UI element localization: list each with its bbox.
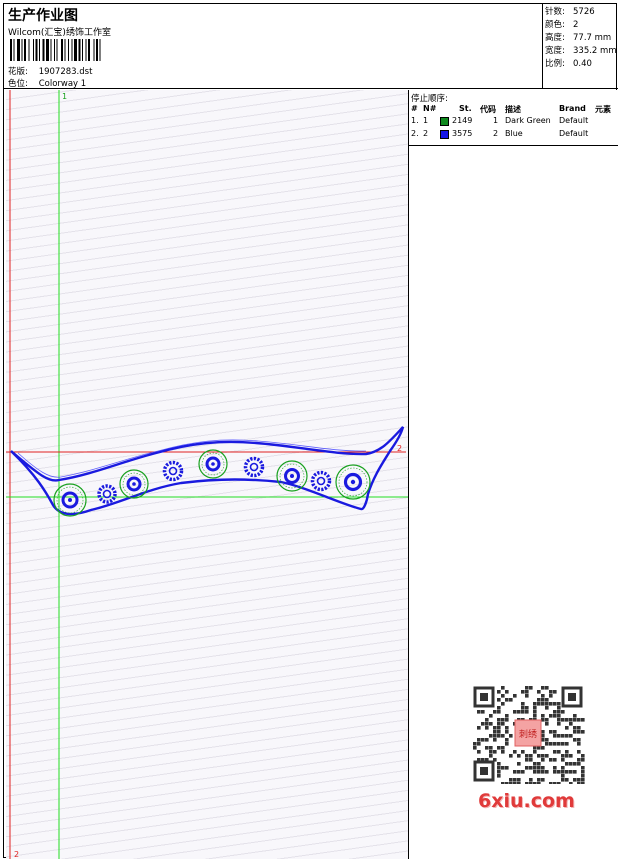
sheet-title: 生产作业图 [8,8,78,24]
table-row[interactable]: 1. 1 2149 1 Dark Green Default [411,116,616,129]
watermark-logo: 6xiu.com [478,790,575,812]
qr-code-image: 刺绣 [471,684,585,784]
production-sheet: 生产作业图 Wilcom(汇宝)绣饰工作室 花版: 1907283.dst 色位… [3,3,618,859]
red-v-guide-marker: 2 [14,850,19,859]
stop-sequence-panel: 停止顺序: # N# St. 代码 描述 Brand 元素 1. 1 2149 … [409,90,618,859]
red-h-guide-marker: 2 [397,444,402,453]
daisy-motif-1 [97,484,117,504]
seal-text: 刺绣 [519,728,537,740]
green-guide-marker: 1 [62,92,67,101]
table-header: # N# St. 代码 描述 Brand 元素 [411,104,611,114]
panel-divider [409,145,618,146]
ring-motif-4 [276,460,308,492]
design-stats-panel: 针数: 5726 颜色: 2 高度: 77.7 mm 宽度: 335.2 mm 比例: 0… [542,4,618,88]
stop-sequence-title: 停止顺序: [411,94,448,104]
design-canvas[interactable]: 1 2 2 [6,90,409,859]
ring-motif-2 [119,469,149,499]
barcode-image [10,39,101,61]
design-file-value: 1907283.dst [38,67,93,77]
stop-sequence-table: # N# St. 代码 描述 Brand 元素 1. 1 2149 1 Dark… [411,104,616,142]
stat-height: 高度: 77.7 mm [545,33,612,43]
company-name: Wilcom(汇宝)绣饰工作室 [8,28,111,38]
thread-swatch-dark-green [440,117,449,126]
design-file-line: 花版: 1907283.dst [8,65,92,77]
table-row[interactable]: 2. 2 3575 2 Blue Default [411,129,616,142]
stat-colors: 颜色: 2 [545,20,579,30]
stat-stitches: 针数: 5726 [545,7,595,17]
ring-motif-5 [335,464,371,500]
stat-scale: 比例: 0.40 [545,59,592,69]
daisy-motif-3 [243,456,265,478]
thread-swatch-blue [440,130,449,139]
header-divider [4,88,618,89]
design-label: 花版: [8,67,28,77]
stat-width: 宽度: 335.2 mm [545,46,617,56]
ring-motif-3 [198,449,228,479]
embroidery-preview: 1 2 2 [6,90,408,859]
daisy-motif-2 [162,460,184,482]
daisy-motif-4 [310,470,332,492]
